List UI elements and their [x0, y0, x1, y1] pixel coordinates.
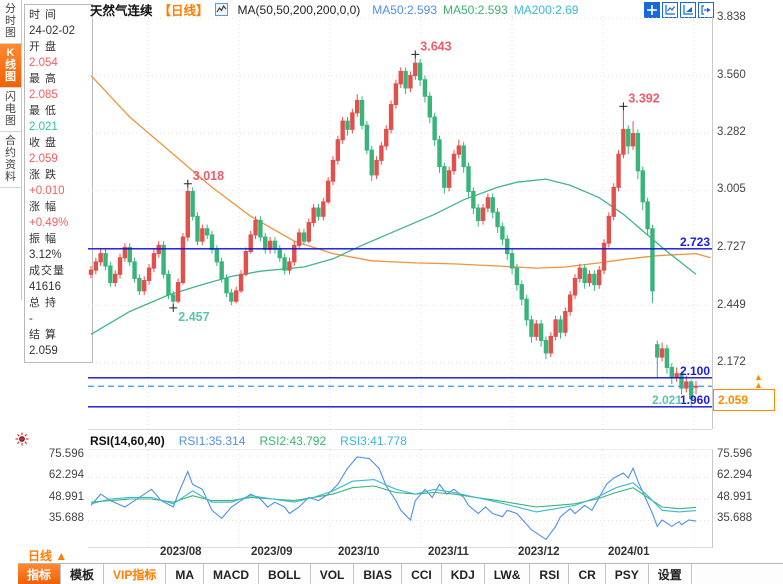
- toolbar-tab-kdj[interactable]: KDJ: [442, 564, 485, 584]
- rsi-value-label: RSI2:43.792: [259, 434, 326, 448]
- ma-value-label: MA200:2.69: [514, 3, 579, 17]
- quote-label: 成交量: [29, 263, 92, 279]
- live-session-icon: [15, 432, 29, 449]
- rsi-axis-label: 35.688: [717, 512, 752, 524]
- toolbar-tab-设置[interactable]: 设置: [649, 564, 692, 584]
- quote-value: 41616: [29, 279, 92, 295]
- toolbar-tab-bias[interactable]: BIAS: [354, 564, 402, 584]
- rsi-axis-label: 48.991: [26, 491, 84, 503]
- rsi-header: RSI(14,60,40) RSI1:35.314 RSI2:43.792 RSI3…: [90, 434, 407, 448]
- sidebar-tab-3[interactable]: 闪电图: [0, 88, 21, 132]
- toolbar-tab-cci[interactable]: CCI: [402, 564, 442, 584]
- toolbar-tab-lw&[interactable]: LW&: [485, 564, 531, 584]
- month-label: 2023/10: [338, 546, 380, 558]
- rsi-values: RSI1:35.314 RSI2:43.792 RSI3:41.778: [179, 434, 407, 448]
- candlestick-chart[interactable]: 2.723 2.100 1.9602.021 2.457 3.018 3.643 3.392: [88, 16, 713, 429]
- toolbar-tab-macd[interactable]: MACD: [204, 564, 259, 584]
- quote-value: -: [29, 311, 92, 327]
- rsi-axis-label: 75.596: [717, 448, 752, 460]
- y-axis-label: 3.560: [717, 69, 746, 81]
- rsi-value-label: RSI1:35.314: [179, 434, 246, 448]
- chart-header: 天然气连续【日线】 MA(50,50,200,200,0,0) MA50:2.5…: [90, 2, 578, 17]
- quote-label: 时 间: [29, 7, 92, 23]
- ma-formula-label[interactable]: MA(50,50,200,200,0,0): [238, 3, 361, 17]
- price-line-label: 2.100: [680, 364, 710, 378]
- panel-divider: [88, 429, 712, 430]
- rsi-axis-label: 75.596: [26, 448, 84, 460]
- session-low-label: 2.021: [652, 393, 682, 407]
- left-tabstrip: 分时图K线图闪电图合约资料: [0, 0, 22, 300]
- month-label: 2024/01: [608, 546, 650, 558]
- quote-value: +0.49%: [29, 215, 92, 231]
- extreme-annotation: 3.018: [193, 169, 224, 183]
- toolbar-tab-vol[interactable]: VOL: [311, 564, 355, 584]
- period-indicator[interactable]: 日线 ▲: [28, 547, 67, 564]
- toolbar-tab-模板[interactable]: 模板: [61, 564, 104, 584]
- quote-value: 2.085: [29, 87, 92, 103]
- y-axis-label: 3.838: [717, 11, 746, 23]
- last-price-box: 2.059: [713, 389, 775, 411]
- price-up-arrow-icon: ▲▲: [754, 373, 763, 389]
- toolbar-tab-vip指标[interactable]: VIP指标: [104, 564, 166, 584]
- quote-value: +0.010: [29, 183, 92, 199]
- quote-label: 振 幅: [29, 231, 92, 247]
- quote-value: 2.054: [29, 55, 92, 71]
- rsi-axis-label: 62.294: [717, 469, 752, 481]
- toolbar-tab-ma[interactable]: MA: [166, 564, 204, 584]
- candles: [89, 58, 697, 406]
- ma-value-label: MA50:2.593: [372, 3, 437, 17]
- quote-value: 2.021: [29, 119, 92, 135]
- quote-label: 最 低: [29, 103, 92, 119]
- quote-label: 开 盘: [29, 39, 92, 55]
- ma-value-label: MA50:2.593: [443, 3, 508, 17]
- y-axis-label: 2.449: [717, 299, 746, 311]
- quote-value: 2.059: [29, 151, 92, 167]
- sidebar-tab-2[interactable]: K线图: [0, 44, 21, 88]
- extreme-annotation: 3.392: [628, 91, 659, 105]
- right-price-axis: 3.838 3.560 3.282 3.005 2.727 2.449 2.172 75.59…: [712, 0, 783, 584]
- y-axis-label: 3.282: [717, 126, 746, 138]
- toolbar-tab-boll[interactable]: BOLL: [259, 564, 311, 584]
- quote-label: 涨 幅: [29, 199, 92, 215]
- rsi-formula-label[interactable]: RSI(14,60,40): [90, 434, 165, 448]
- toolbar-tab-指标[interactable]: 指标: [18, 564, 61, 584]
- extreme-annotation: 2.457: [178, 310, 209, 324]
- rsi-chart[interactable]: [88, 449, 713, 548]
- sidebar-tab-1[interactable]: 分时图: [0, 0, 21, 44]
- rsi-axis-label: 48.991: [717, 491, 752, 503]
- quote-value: 3.12%: [29, 247, 92, 263]
- y-axis-label: 3.005: [717, 183, 746, 195]
- quote-label: 总 持: [29, 295, 92, 311]
- sidebar-tab-4[interactable]: 合约资料: [0, 132, 21, 188]
- toolbar-tab-cr[interactable]: CR: [569, 564, 605, 584]
- rsi-axis-label: 62.294: [26, 469, 84, 481]
- quote-value: 2.059: [29, 343, 92, 359]
- quote-panel: 时 间24-02-02开 盘2.054最 高2.085最 低2.021收 盘2.…: [24, 4, 93, 363]
- x-axis-month-labels: 2023/08 2023/09 2023/10 2023/11 2023/12 2024/…: [88, 546, 712, 562]
- month-label: 2023/09: [251, 546, 293, 558]
- rsi-value-label: RSI3:41.778: [340, 434, 407, 448]
- chart-type-icon[interactable]: [215, 3, 228, 16]
- extreme-annotation: 3.643: [420, 39, 451, 53]
- toolbar-tab-rsi[interactable]: RSI: [530, 564, 569, 584]
- quote-label: 收 盘: [29, 135, 92, 151]
- month-label: 2023/11: [428, 546, 469, 558]
- rsi-axis-label: 35.688: [26, 512, 84, 524]
- y-axis-label: 2.727: [717, 241, 746, 253]
- quote-label: 涨 跌: [29, 167, 92, 183]
- indicator-toolbar: 指标模板VIP指标MAMACDBOLLVOLBIASCCIKDJLW&RSICR…: [18, 563, 783, 584]
- quote-value: 24-02-02: [29, 23, 92, 39]
- trading-app-window: 分时图K线图闪电图合约资料 时 间24-02-02开 盘2.054最 高2.08…: [0, 0, 783, 584]
- quote-label: 结 算: [29, 327, 92, 343]
- price-line-label: 2.723: [680, 235, 710, 249]
- quote-label: 最 高: [29, 71, 92, 87]
- y-axis-label: 2.172: [717, 356, 746, 368]
- ma-values: MA50:2.593 MA50:2.593 MA200:2.69: [366, 3, 578, 17]
- month-label: 2023/12: [518, 546, 560, 558]
- price-line-label: 1.960: [680, 393, 710, 407]
- toolbar-tab-psy[interactable]: PSY: [606, 564, 649, 584]
- month-label: 2023/08: [160, 546, 202, 558]
